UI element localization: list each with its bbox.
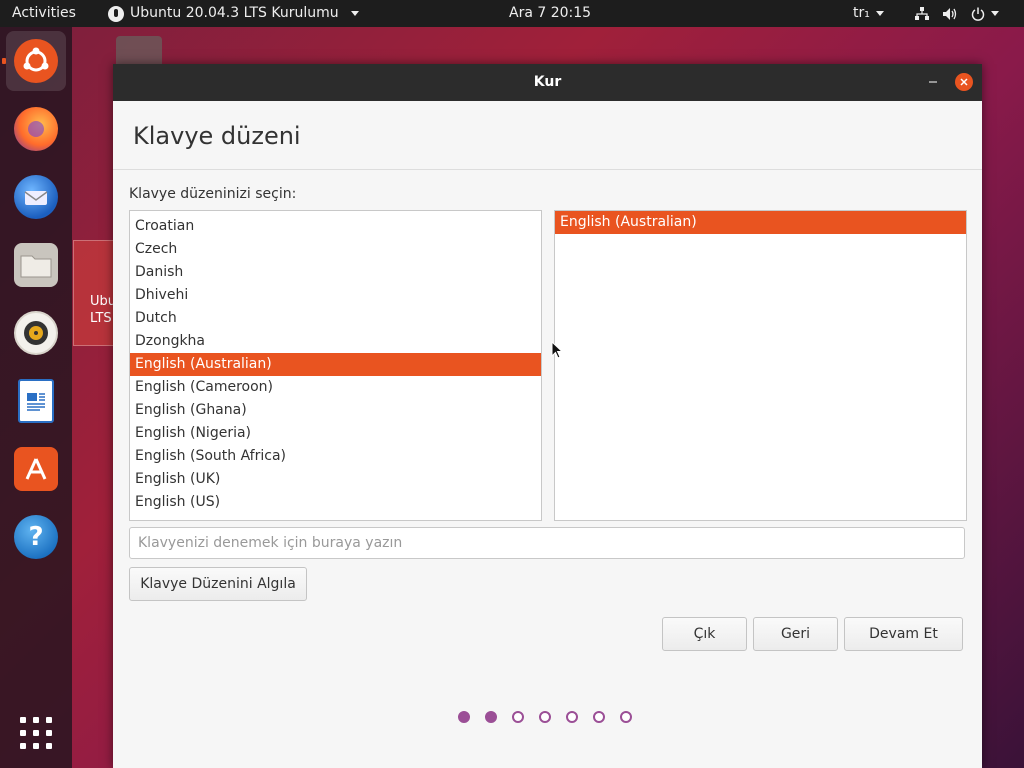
progress-dot-pending xyxy=(539,711,551,723)
installer-progress-dots xyxy=(458,711,658,725)
close-icon xyxy=(960,78,968,86)
app-menu[interactable]: Ubuntu 20.04.3 LTS Kurulumu xyxy=(108,0,359,27)
minimize-button[interactable] xyxy=(923,72,943,92)
layout-list-item[interactable]: Danish xyxy=(130,261,541,284)
dock-firefox[interactable] xyxy=(6,99,66,159)
layout-list-item[interactable]: English (Ghana) xyxy=(130,399,541,422)
show-applications-button[interactable] xyxy=(6,703,66,763)
dock-libreoffice-writer[interactable] xyxy=(6,371,66,431)
layout-list-item[interactable]: Dhivehi xyxy=(130,284,541,307)
dock-software-center[interactable] xyxy=(6,439,66,499)
layout-list-item[interactable]: English (US) xyxy=(130,491,541,514)
volume-icon xyxy=(942,7,958,21)
help-icon: ? xyxy=(14,515,58,559)
power-icon xyxy=(971,7,999,21)
rhythmbox-icon xyxy=(14,311,58,355)
clock[interactable]: Ara 7 20:15 xyxy=(509,0,591,27)
progress-dot-pending xyxy=(512,711,524,723)
window-titlebar[interactable]: Kur xyxy=(113,64,982,101)
progress-dot-pending xyxy=(620,711,632,723)
dock-files[interactable] xyxy=(6,235,66,295)
files-icon xyxy=(14,243,58,287)
dock-thunderbird[interactable] xyxy=(6,167,66,227)
continue-button[interactable]: Devam Et xyxy=(844,617,963,651)
minimize-icon xyxy=(929,81,937,83)
layout-list-item[interactable]: English (Cameroon) xyxy=(130,376,541,399)
installer-app-icon xyxy=(108,5,124,22)
detect-layout-button[interactable]: Klavye Düzenini Algıla xyxy=(129,567,307,601)
keyboard-language-indicator[interactable]: tr₁ xyxy=(853,0,884,27)
progress-dot-completed xyxy=(485,711,497,723)
progress-dot-pending xyxy=(566,711,578,723)
ubuntu-installer-icon xyxy=(14,39,58,83)
keyboard-layout-list[interactable]: Croatian Czech Danish Dhivehi Dutch Dzongkha E… xyxy=(129,210,542,521)
back-button[interactable]: Geri xyxy=(753,617,838,651)
layout-prompt: Klavye düzeninizi seçin: xyxy=(129,186,297,202)
page-title: Klavye düzeni xyxy=(133,122,301,150)
quit-button[interactable]: Çık xyxy=(662,617,747,651)
layout-list-item[interactable]: Croatian xyxy=(130,215,541,238)
show-applications-icon xyxy=(20,717,52,749)
chevron-down-icon xyxy=(875,10,884,16)
activities-button[interactable]: Activities xyxy=(12,0,76,27)
progress-dot-completed xyxy=(458,711,470,723)
firefox-icon xyxy=(14,107,58,151)
libreoffice-writer-icon xyxy=(18,379,54,423)
layout-list-item[interactable]: English (UK) xyxy=(130,468,541,491)
layout-list-item[interactable]: Dutch xyxy=(130,307,541,330)
network-icon xyxy=(915,6,929,21)
page-header: Klavye düzeni xyxy=(113,101,982,170)
progress-dot-pending xyxy=(593,711,605,723)
software-center-icon xyxy=(14,447,58,491)
close-button[interactable] xyxy=(955,73,973,91)
app-menu-label: Ubuntu 20.04.3 LTS Kurulumu xyxy=(130,5,339,21)
variant-list-item[interactable]: English (Australian) xyxy=(555,211,966,234)
layout-list-item[interactable]: English (Australian) xyxy=(130,353,541,376)
dock-help[interactable]: ? xyxy=(6,507,66,567)
layout-list-item[interactable]: English (Nigeria) xyxy=(130,422,541,445)
keyboard-variant-list[interactable]: English (Australian) xyxy=(554,210,967,521)
layout-list-item[interactable]: English (South Africa) xyxy=(130,445,541,468)
dock-rhythmbox[interactable] xyxy=(6,303,66,363)
dock: ? xyxy=(0,27,72,768)
layout-list-item[interactable]: Czech xyxy=(130,238,541,261)
window-title: Kur xyxy=(533,74,562,90)
chevron-down-icon xyxy=(350,11,359,16)
system-menu[interactable] xyxy=(915,0,999,27)
installer-window: Kur Klavye düzeni Klavye düzeninizi seçi… xyxy=(113,64,982,768)
dock-ubuntu-installer[interactable] xyxy=(2,31,66,91)
thunderbird-icon xyxy=(14,175,58,219)
keyboard-language-label: tr₁ xyxy=(853,5,870,21)
keyboard-test-input[interactable] xyxy=(129,527,965,559)
chevron-down-icon xyxy=(991,11,999,16)
layout-list-item[interactable]: Dzongkha xyxy=(130,330,541,353)
top-bar: Activities Ubuntu 20.04.3 LTS Kurulumu A… xyxy=(0,0,1024,27)
